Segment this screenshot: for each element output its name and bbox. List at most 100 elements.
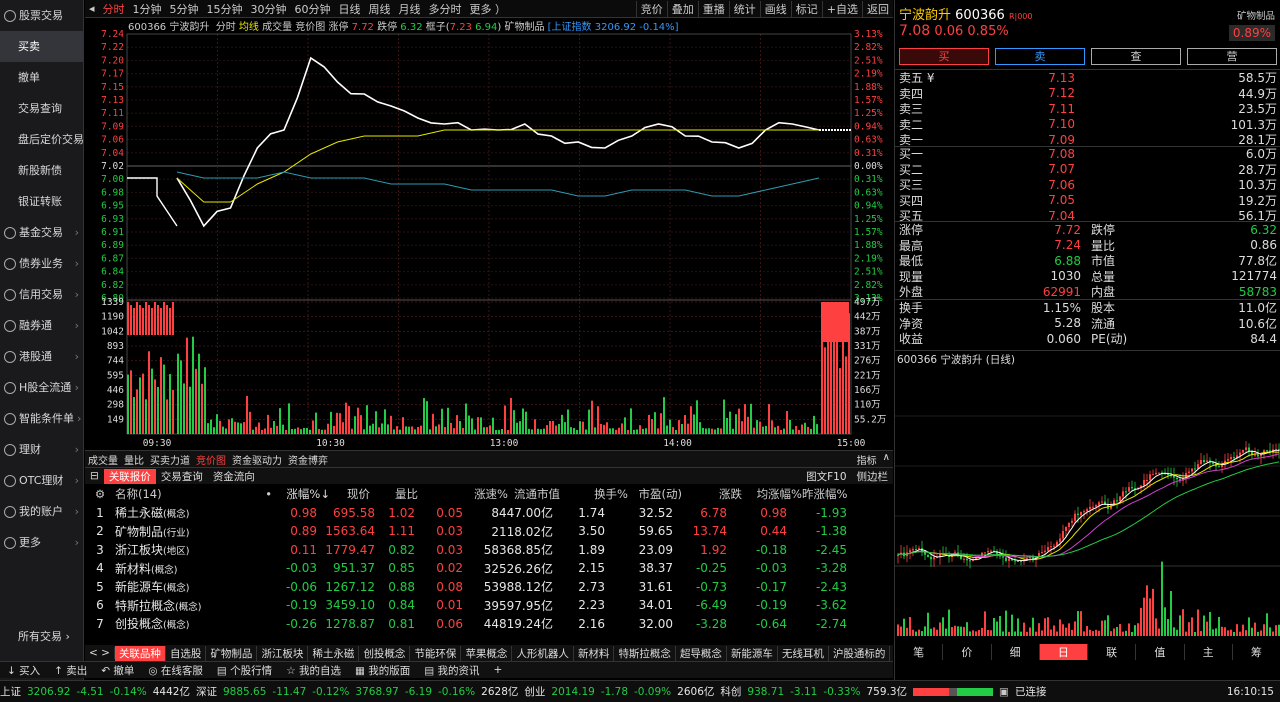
kline-tab-7[interactable]: 筹 [1233, 644, 1280, 660]
nav-item-16[interactable]: 我的账户 › [0, 496, 83, 527]
toolbar-btn-7[interactable]: 返回 [862, 0, 893, 17]
intraday-chart[interactable]: 7.24 3.13% 7.22 2.82% 7.20 2.51% 7.17 2.19% 7.15… [85, 30, 893, 450]
table-header-cell[interactable]: 现价 [330, 486, 370, 502]
ask-price[interactable]: 7.10 [975, 117, 1075, 131]
sector-tab-3[interactable]: 矿物制品 [206, 645, 258, 661]
sector-tab-11[interactable]: 特斯拉概念 [614, 645, 676, 661]
table-row[interactable]: 4 新材料(概念) -0.03 951.37 0.85 0.02 32526.26亿 2.15… [85, 559, 893, 578]
bid-price[interactable]: 7.05 [975, 193, 1075, 207]
kline-tab-0[interactable]: 笔 [895, 644, 944, 660]
row-name[interactable]: 浙江板块(地区) [115, 541, 227, 558]
period-tab-2[interactable]: 5分钟 [166, 1, 203, 17]
kline-tab-5[interactable]: 值 [1136, 644, 1185, 660]
nav-item-13[interactable]: 智能条件单 › [0, 403, 83, 434]
indicator-tab-3[interactable]: 竞价图 [193, 452, 229, 467]
bid-price[interactable]: 7.08 [975, 147, 1075, 161]
period-tab-9[interactable]: 多分时 [425, 1, 466, 17]
connection-status[interactable]: 已连接 [1015, 684, 1047, 699]
toolbar-btn-3[interactable]: 统计 [728, 0, 760, 17]
ask-price[interactable]: 7.13 [975, 71, 1075, 85]
table-header-cell[interactable]: 量比 [370, 486, 418, 502]
table-header-cell[interactable]: 流通市值 [508, 486, 560, 502]
sector-tab-7[interactable]: 节能环保 [410, 645, 462, 661]
nav-item-3[interactable]: 交易查询 [0, 93, 83, 124]
nav-item-6[interactable]: 银证转账 [0, 186, 83, 217]
sell-button[interactable]: 卖 [995, 48, 1085, 65]
table-tab-2[interactable]: 资金流向 [208, 469, 260, 484]
nav-item-10[interactable]: 融券通 › [0, 310, 83, 341]
kline-tab-6[interactable]: 主 [1185, 644, 1233, 660]
sector-tab-13[interactable]: 新能源车 [727, 645, 778, 661]
ask-price[interactable]: 7.12 [975, 86, 1075, 100]
sector-tab-14[interactable]: 无线耳机 [778, 645, 829, 661]
kline-tab-1[interactable]: 价 [943, 644, 992, 660]
period-tab-6[interactable]: 日线 [335, 1, 365, 17]
table-tab-1[interactable]: 交易查询 [156, 469, 208, 484]
period-tab-4[interactable]: 30分钟 [247, 1, 291, 17]
nav-item-1[interactable]: 买卖 [0, 31, 83, 62]
table-row[interactable]: 1 稀土永磁(概念) 0.98 695.58 1.02 0.05 8447.00亿 1.74 3… [85, 504, 893, 523]
sector-tab-15[interactable]: 沪股通标的 [829, 645, 891, 661]
table-header-cell[interactable]: 市盈(动) [628, 486, 682, 502]
kline-tab-3[interactable]: 日 [1039, 644, 1088, 660]
action-2[interactable]: ↶ 撤单 [94, 663, 141, 678]
period-tab-7[interactable]: 周线 [365, 1, 395, 17]
nav-all-trades[interactable]: 所有交易 › [14, 621, 70, 652]
bid-price[interactable]: 7.06 [975, 178, 1075, 192]
table-header-cell[interactable]: ⚙ [85, 487, 115, 501]
period-tab-10[interactable]: 更多 ） [466, 1, 511, 17]
indicator-btn-0[interactable]: 指标 [854, 452, 880, 467]
row-name[interactable]: 矿物制品(行业) [115, 523, 227, 540]
kline-tab-4[interactable]: 联 [1088, 644, 1137, 660]
table-header-cell[interactable]: 均涨幅% [742, 486, 802, 502]
sector-tab-1[interactable]: 关联品种 [114, 645, 166, 661]
action-6[interactable]: ▦ 我的版面 [348, 663, 417, 678]
nav-item-7[interactable]: 基金交易 › [0, 217, 83, 248]
period-tab-1[interactable]: 1分钟 [129, 1, 166, 17]
table-header-cell[interactable]: 涨跌 [682, 486, 742, 502]
action-5[interactable]: ☆ 我的自选 [279, 663, 348, 678]
toolbar-btn-2[interactable]: 重播 [697, 0, 729, 17]
kline-tab-2[interactable]: 细 [992, 644, 1040, 660]
nav-item-5[interactable]: 新股新债 [0, 155, 83, 186]
ask-price[interactable]: 7.09 [975, 133, 1075, 147]
indicator-tab-1[interactable]: 量比 [121, 452, 147, 467]
row-name[interactable]: 特斯拉概念(概念) [115, 597, 227, 614]
sector-tab-9[interactable]: 人形机器人 [512, 645, 574, 661]
period-tab-5[interactable]: 60分钟 [291, 1, 335, 17]
nav-item-9[interactable]: 信用交易 › [0, 279, 83, 310]
buy-button[interactable]: 买 [899, 48, 989, 65]
table-header-cell[interactable]: 涨幅%↓ [272, 486, 330, 502]
action-1[interactable]: ↑ 卖出 [47, 663, 94, 678]
table-row[interactable]: 7 创投概念(概念) -0.26 1278.87 0.81 0.06 44819.24亿 2.… [85, 615, 893, 634]
sector-tab-5[interactable]: 稀土永磁 [308, 645, 360, 661]
sector-tab-0[interactable]: < > [85, 647, 115, 659]
action-0[interactable]: ↓ 买入 [0, 663, 47, 678]
period-tab-0[interactable]: 分时 [99, 1, 129, 17]
row-name[interactable]: 创投概念(概念) [115, 615, 227, 632]
sector-tab-2[interactable]: 自选股 [166, 645, 207, 661]
nav-item-2[interactable]: 撤单 [0, 62, 83, 93]
table-tab-right-0[interactable]: 图文F10 [801, 469, 851, 484]
nav-item-14[interactable]: 理财 › [0, 434, 83, 465]
row-name[interactable]: 稀土永磁(概念) [115, 504, 227, 521]
collapse-icon[interactable]: ⊟ [85, 470, 104, 482]
period-tab-3[interactable]: 15分钟 [203, 1, 247, 17]
toolbar-btn-5[interactable]: 标记 [790, 0, 822, 17]
query-button[interactable]: 查 [1091, 48, 1181, 65]
sector-tab-10[interactable]: 新材料 [574, 645, 615, 661]
indicator-tab-0[interactable]: 成交量 [85, 452, 121, 467]
stock-sector[interactable]: 矿物制品 [1237, 8, 1275, 22]
daily-kline-chart[interactable] [895, 366, 1280, 644]
sector-tab-6[interactable]: 创投概念 [359, 645, 411, 661]
ask-price[interactable]: 7.11 [975, 102, 1075, 116]
action-8[interactable]: + [486, 664, 509, 676]
indicator-btn-1[interactable]: ∧ [880, 452, 893, 467]
toolbar-btn-4[interactable]: 画线 [759, 0, 791, 17]
action-4[interactable]: ▤ 个股行情 [210, 663, 279, 678]
period-tab-8[interactable]: 月线 [395, 1, 425, 17]
tab-left-arrow[interactable]: ◂ [85, 2, 99, 15]
table-tab-0[interactable]: 关联报价 [103, 468, 156, 484]
table-row[interactable]: 2 矿物制品(行业) 0.89 1563.64 1.11 0.03 2118.02亿 3.50… [85, 522, 893, 541]
sector-tab-8[interactable]: 苹果概念 [461, 645, 513, 661]
